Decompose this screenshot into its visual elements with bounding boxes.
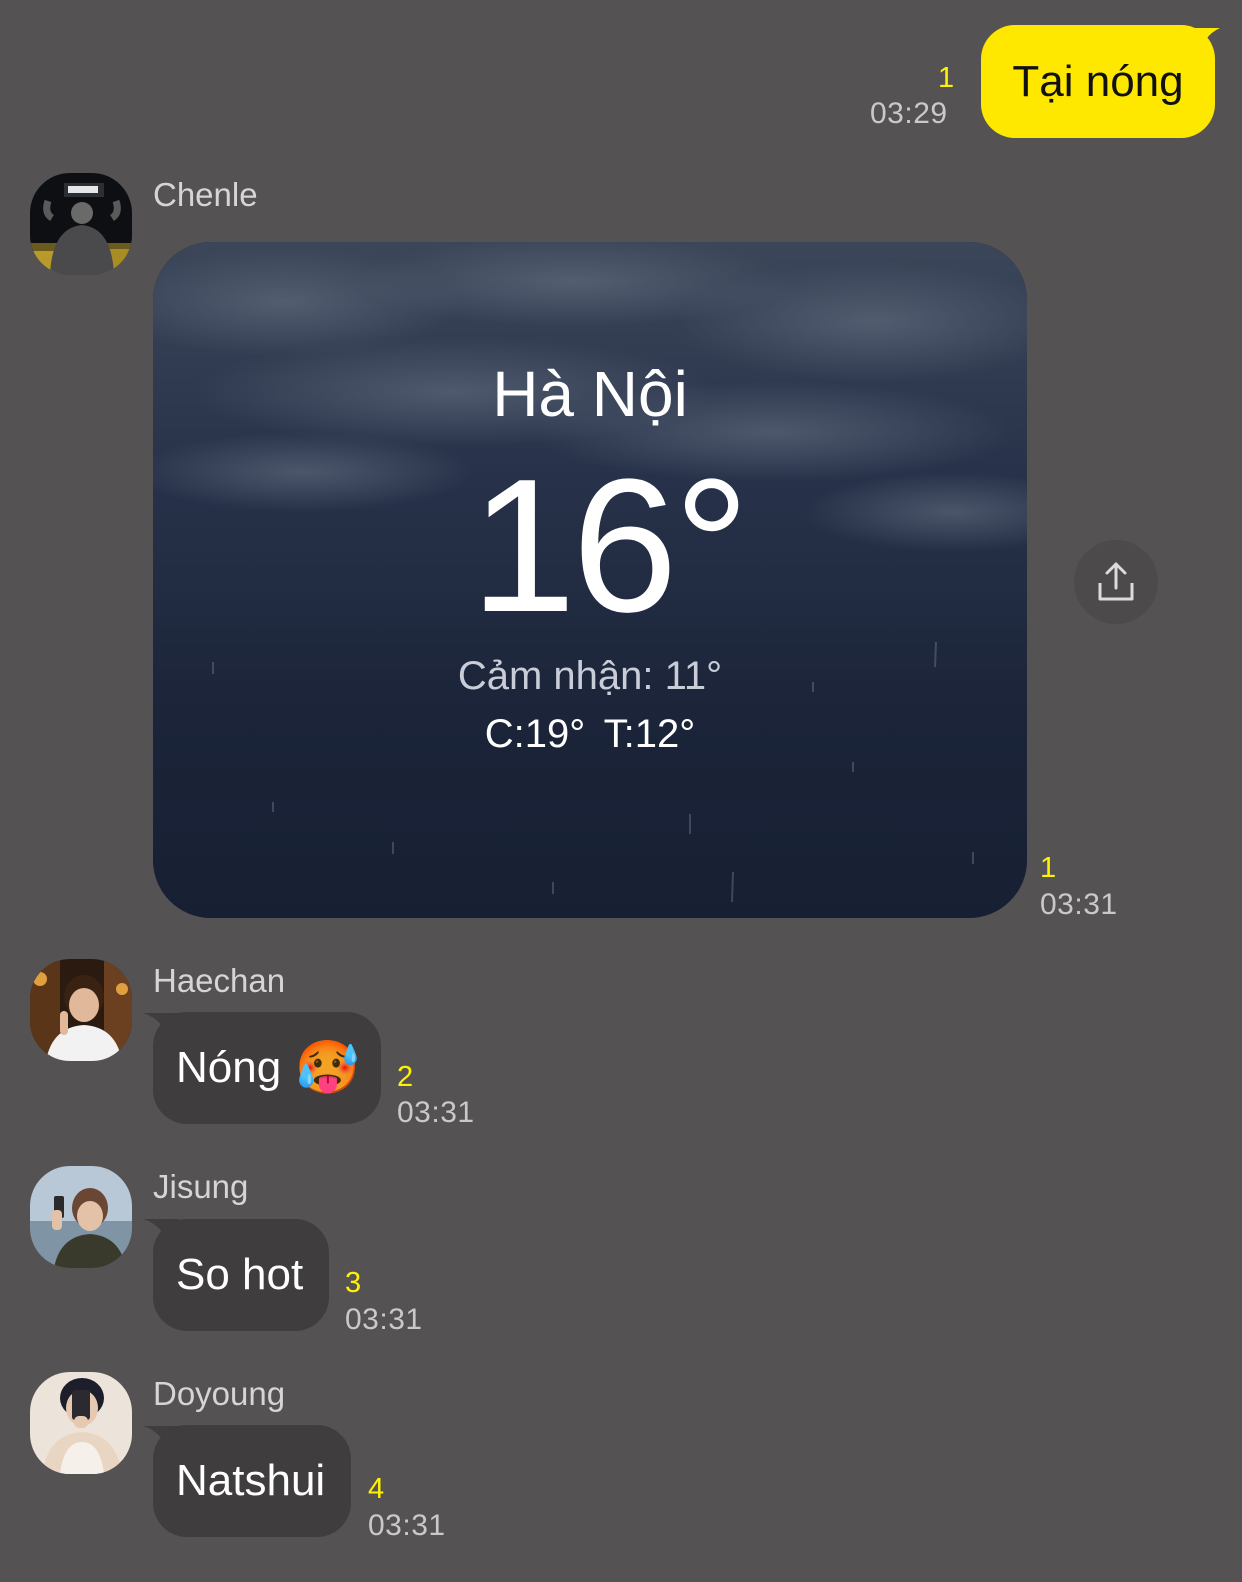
- chenle-unread-count: 1: [1040, 852, 1057, 884]
- weather-feels-like: Cảm nhận: 11°: [457, 654, 723, 698]
- hot-face-emoji: 🥵: [295, 1039, 360, 1097]
- outgoing-timestamp: 03:29: [870, 97, 948, 130]
- jisung-message-bubble[interactable]: So hot: [153, 1219, 329, 1331]
- sender-name-haechan: Haechan: [153, 962, 286, 999]
- avatar-jisung[interactable]: [30, 1166, 132, 1268]
- sender-name-jisung: Jisung: [153, 1168, 249, 1205]
- avatar-haechan[interactable]: [30, 959, 132, 1061]
- doyoung-message-text: Natshui: [176, 1456, 326, 1505]
- haechan-message-bubble[interactable]: Nóng 🥵: [153, 1012, 381, 1124]
- weather-temperature: 16°: [470, 440, 749, 652]
- doyoung-unread-count: 4: [368, 1473, 385, 1505]
- jisung-message-text: So hot: [176, 1250, 304, 1299]
- haechan-timestamp: 03:31: [397, 1096, 475, 1129]
- doyoung-timestamp: 03:31: [368, 1509, 446, 1542]
- weather-city: Hà Nội: [492, 358, 688, 430]
- weather-high-low: C:19° T:12°: [484, 712, 696, 756]
- outgoing-message-text: Tại nóng: [1012, 56, 1184, 106]
- haechan-message-text: Nóng: [176, 1043, 282, 1092]
- share-icon: [1098, 562, 1134, 601]
- share-button[interactable]: [1074, 540, 1158, 624]
- outgoing-message-bubble[interactable]: Tại nóng: [981, 25, 1215, 138]
- haechan-unread-count: 2: [397, 1061, 414, 1093]
- jisung-timestamp: 03:31: [345, 1303, 423, 1336]
- avatar-doyoung[interactable]: [30, 1372, 132, 1474]
- chenle-timestamp: 03:31: [1040, 888, 1118, 921]
- avatar-chenle[interactable]: [30, 173, 132, 275]
- sender-name-chenle: Chenle: [153, 176, 258, 213]
- doyoung-message-bubble[interactable]: Natshui: [153, 1425, 351, 1537]
- weather-card[interactable]: Hà Nội 16° Cảm nhận: 11° C:19° T:12°: [153, 242, 1027, 918]
- outgoing-unread-count: 1: [938, 62, 955, 94]
- sender-name-doyoung: Doyoung: [153, 1375, 286, 1412]
- jisung-unread-count: 3: [345, 1267, 362, 1299]
